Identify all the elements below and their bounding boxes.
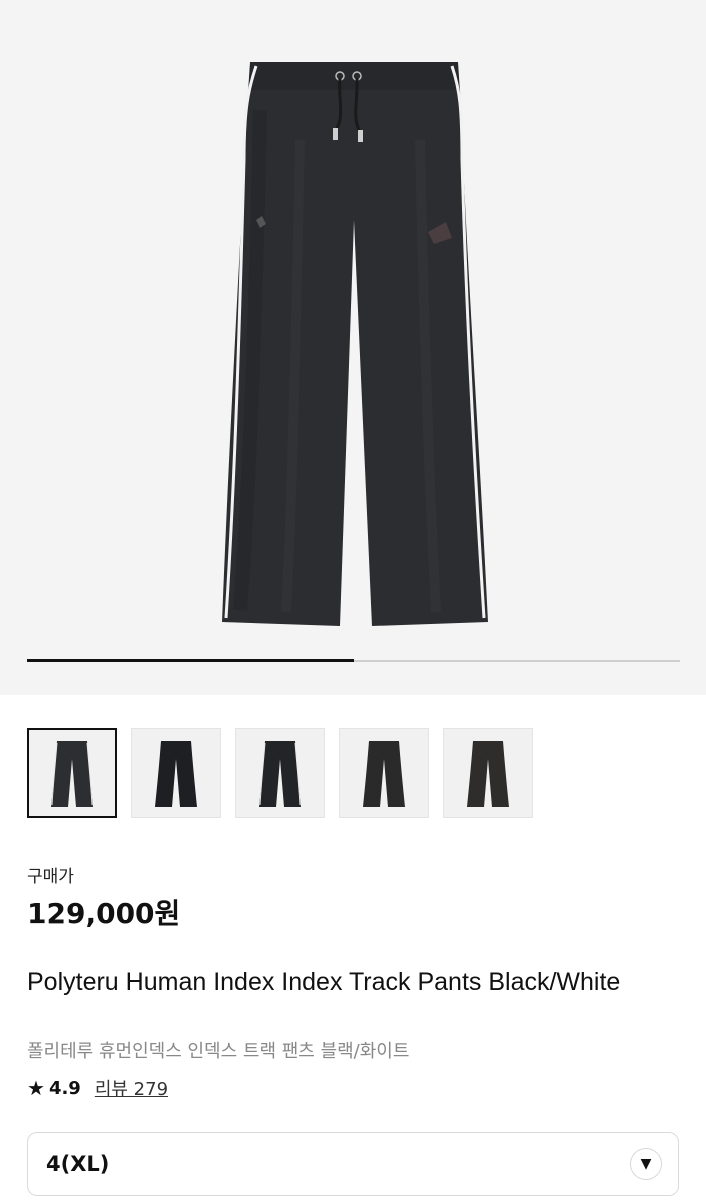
thumbnail-pants-image	[259, 741, 301, 807]
gallery-progress-bar	[27, 659, 680, 662]
thumbnail-pants-alt-2[interactable]	[443, 728, 533, 818]
track-pants-image	[222, 62, 488, 626]
price-value: 129,000원	[27, 897, 181, 930]
thumbnail-pants-alt-1[interactable]	[339, 728, 429, 818]
thumbnail-strip	[27, 728, 533, 818]
thumbnail-pants-model-1[interactable]	[131, 728, 221, 818]
rating-score: 4.9	[48, 1077, 81, 1099]
price-label: 구매가	[27, 867, 74, 887]
product-title: Polyteru Human Index Index Track Pants B…	[27, 968, 621, 996]
thumbnail-pants-front[interactable]	[27, 728, 117, 818]
size-select[interactable]: 4(XL) ▼	[27, 1132, 679, 1196]
rating-row: ★ 4.9 리뷰 279	[27, 1075, 168, 1101]
product-image-area[interactable]	[0, 0, 706, 695]
thumbnail-pants-image	[467, 741, 509, 807]
thumbnail-pants-image	[51, 741, 93, 807]
thumbnail-pants-image	[363, 741, 405, 807]
product-subtitle: 폴리테루 휴먼인덱스 인덱스 트랙 팬츠 블랙/화이트	[27, 1041, 410, 1062]
size-selected-value: 4(XL)	[46, 1152, 110, 1176]
thumbnail-pants-model-2[interactable]	[235, 728, 325, 818]
thumbnail-pants-image	[155, 741, 197, 807]
reviews-link[interactable]: 리뷰 279	[95, 1075, 168, 1101]
star-icon: ★	[27, 1076, 45, 1100]
gallery-progress-fill	[27, 659, 354, 662]
chevron-down-icon[interactable]: ▼	[630, 1148, 662, 1180]
